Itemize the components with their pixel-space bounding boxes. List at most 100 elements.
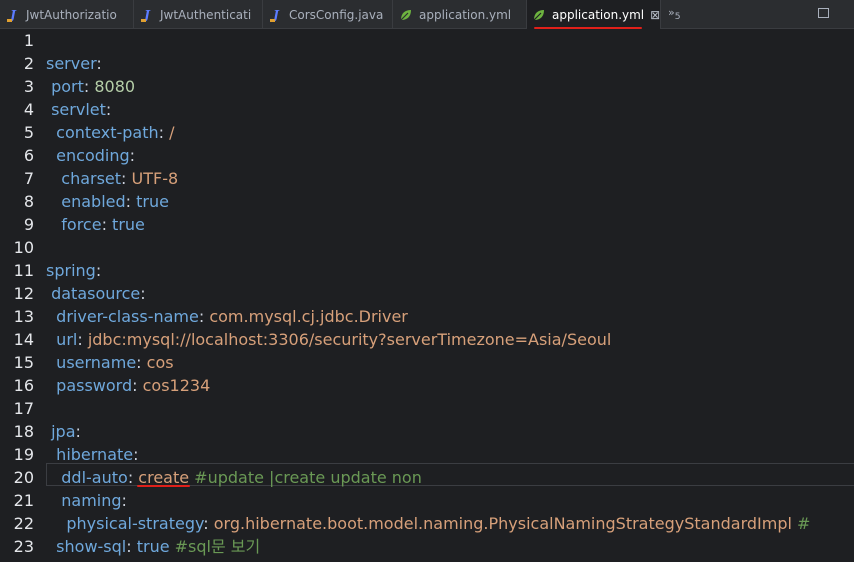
yaml-value: true <box>136 192 169 211</box>
code-text: enabled: true <box>46 190 169 213</box>
yaml-separator: : <box>121 169 132 188</box>
code-line[interactable]: 12 datasource: <box>0 282 854 305</box>
code-text: naming: <box>46 489 127 512</box>
yaml-separator: : <box>125 192 137 211</box>
java-class-icon: J <box>140 8 154 22</box>
line-number: 1 <box>23 31 34 50</box>
code-line[interactable]: 19 hibernate: <box>0 443 854 466</box>
line-number: 17 <box>13 399 34 418</box>
yaml-value: / <box>169 123 175 142</box>
code-line[interactable]: 6 encoding: <box>0 144 854 167</box>
code-line[interactable]: 15 username: cos <box>0 351 854 374</box>
yaml-key: username <box>56 353 137 372</box>
code-line[interactable]: 20 ddl-auto: create #update |create upda… <box>0 466 854 489</box>
code-line[interactable]: 18 jpa: <box>0 420 854 443</box>
line-number: 15 <box>13 353 34 372</box>
yaml-key: url <box>56 330 78 349</box>
yaml-key: encoding <box>56 146 130 165</box>
line-number: 12 <box>13 284 34 303</box>
yaml-value: cos <box>146 353 174 372</box>
tab-label: application.yml <box>419 7 512 22</box>
yaml-value: org.hibernate.boot.model.naming.Physical… <box>213 514 792 533</box>
yaml-separator: : <box>121 491 127 510</box>
yaml-value: UTF-8 <box>131 169 179 188</box>
yaml-key: server <box>46 54 97 73</box>
line-number: 23 <box>13 537 34 556</box>
yaml-separator: : <box>140 284 146 303</box>
tab-overflow-chevron-icon[interactable]: »5 <box>668 6 681 22</box>
tab-label: JwtAuthenticati <box>160 7 252 22</box>
spring-leaf-icon <box>399 8 413 22</box>
yaml-separator: : <box>129 146 136 165</box>
yaml-key: charset <box>61 169 122 188</box>
tab-application-yml[interactable]: application.yml <box>393 0 527 29</box>
code-line[interactable]: 11 spring: <box>0 259 854 282</box>
yaml-key: physical-strategy <box>66 514 204 533</box>
tab-application-yml-active[interactable]: application.yml ⊠ <box>527 0 661 29</box>
yaml-separator: : <box>83 77 95 96</box>
yaml-separator: : <box>101 215 113 234</box>
line-number: 5 <box>23 123 34 142</box>
annotation-underline-ddl-value <box>137 485 191 487</box>
code-line[interactable]: 21 naming: <box>0 489 854 512</box>
line-number: 9 <box>23 215 34 234</box>
yaml-separator: : <box>133 445 139 464</box>
line-number: 22 <box>13 514 34 533</box>
yaml-key: driver-class-name <box>56 307 199 326</box>
code-text: context-path: / <box>46 121 175 144</box>
code-line[interactable]: 4 servlet: <box>0 98 854 121</box>
code-line[interactable]: 7 charset: UTF-8 <box>0 167 854 190</box>
yaml-separator: : <box>132 376 143 395</box>
yaml-separator: : <box>203 514 214 533</box>
restore-window-icon[interactable] <box>818 8 829 18</box>
code-line[interactable]: 22 physical-strategy: org.hibernate.boot… <box>0 512 854 535</box>
code-line[interactable]: 10 <box>0 236 854 259</box>
yaml-key: hibernate <box>56 445 134 464</box>
code-line[interactable]: 23 show-sql: true #sql문 보기 <box>0 535 854 558</box>
code-text: url: jdbc:mysql://localhost:3306/securit… <box>46 328 611 351</box>
line-number: 14 <box>13 330 34 349</box>
code-text: force: true <box>46 213 145 236</box>
line-number: 11 <box>13 261 34 280</box>
code-line[interactable]: 1 <box>0 29 854 52</box>
yaml-value: cos1234 <box>142 376 211 395</box>
code-line[interactable]: 9 force: true <box>0 213 854 236</box>
code-line[interactable]: 8 enabled: true <box>0 190 854 213</box>
close-tab-icon[interactable]: ⊠ <box>650 8 660 22</box>
yaml-key: jpa <box>51 422 76 441</box>
tab-overflow-count: 5 <box>674 11 681 23</box>
tab-jwt-authorization[interactable]: J JwtAuthorizatio <box>0 0 134 29</box>
yaml-comment: # <box>791 514 811 533</box>
tab-cors-config[interactable]: J CorsConfig.java <box>263 0 393 29</box>
tab-jwt-authentication[interactable]: J JwtAuthenticati <box>134 0 263 29</box>
yaml-separator: : <box>75 422 81 441</box>
code-line[interactable]: 2 server: <box>0 52 854 75</box>
code-line[interactable]: 5 context-path: / <box>0 121 854 144</box>
yaml-separator: : <box>77 330 88 349</box>
code-line[interactable]: 3 port: 8080 <box>0 75 854 98</box>
code-line[interactable]: 14 url: jdbc:mysql://localhost:3306/secu… <box>0 328 854 351</box>
yaml-separator: : <box>158 123 170 142</box>
code-line[interactable]: 16 password: cos1234 <box>0 374 854 397</box>
line-number: 6 <box>23 146 34 165</box>
code-text: spring: <box>46 259 101 282</box>
line-number: 2 <box>23 54 34 73</box>
code-editor[interactable]: 1 2 server: 3 port: 8080 4 servlet: 5 context… <box>0 29 854 562</box>
yaml-value: true <box>112 215 145 234</box>
code-line[interactable]: 13 driver-class-name: com.mysql.cj.jdbc.… <box>0 305 854 328</box>
yaml-separator: : <box>126 537 137 556</box>
yaml-value: 8080 <box>94 77 136 96</box>
yaml-separator: : <box>105 100 112 119</box>
yaml-separator: : <box>96 54 102 73</box>
code-line[interactable]: 17 <box>0 397 854 420</box>
yaml-key: datasource <box>51 284 141 303</box>
code-text: hibernate: <box>46 443 139 466</box>
code-text: show-sql: true #sql문 보기 <box>46 535 260 558</box>
